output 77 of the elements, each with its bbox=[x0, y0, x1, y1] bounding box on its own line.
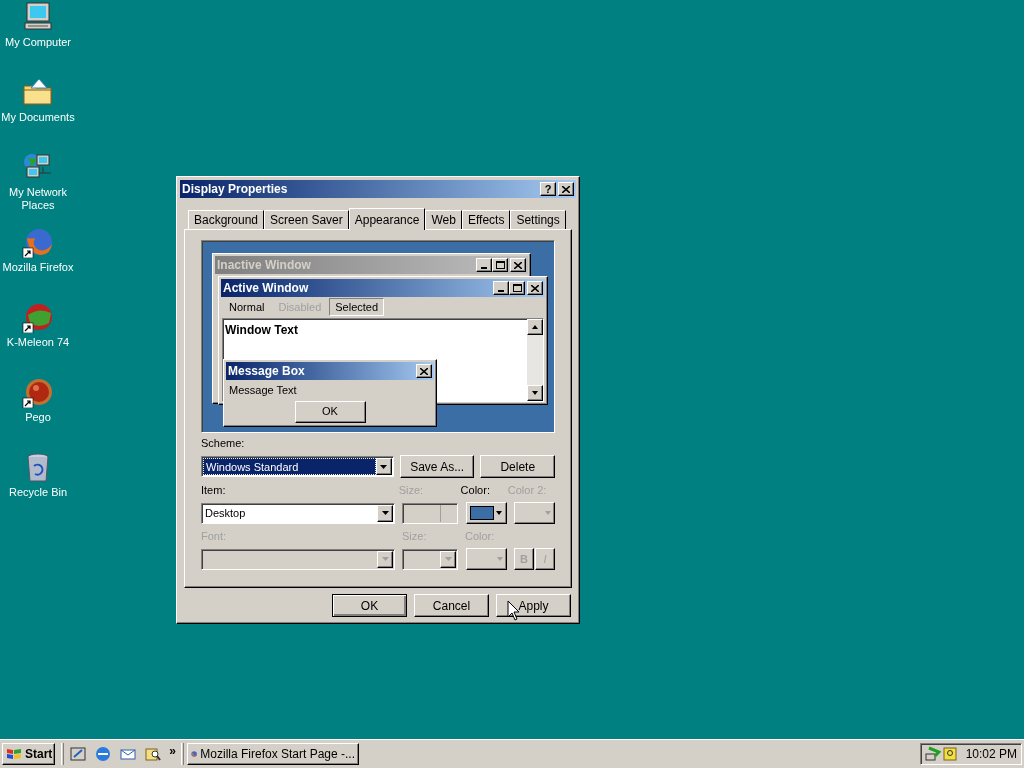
close-icon bbox=[420, 367, 428, 375]
tab[interactable]: Web bbox=[425, 210, 462, 229]
down-arrow-icon bbox=[531, 390, 539, 396]
caret-icon bbox=[380, 464, 388, 469]
minimize-icon bbox=[498, 290, 504, 292]
desktop-icon-label[interactable]: My Documents bbox=[1, 111, 75, 124]
mouse-cursor-icon bbox=[507, 600, 520, 621]
color-picker-button[interactable] bbox=[466, 502, 507, 524]
window-title: Active Window bbox=[223, 280, 310, 297]
caret-icon bbox=[381, 511, 389, 515]
close-button[interactable] bbox=[510, 258, 526, 272]
minimize-icon bbox=[481, 267, 487, 269]
caret-icon bbox=[444, 557, 452, 561]
caret-icon bbox=[496, 511, 502, 515]
caret-icon bbox=[545, 511, 551, 515]
window-title: Inactive Window bbox=[217, 257, 312, 274]
minimize-button[interactable] bbox=[493, 281, 509, 295]
maximize-icon bbox=[495, 261, 505, 269]
app-shortcut-icon[interactable] bbox=[21, 301, 55, 333]
scheme-dropdown[interactable]: Windows Standard bbox=[201, 456, 394, 477]
tab[interactable]: Effects bbox=[461, 210, 511, 229]
item-dropdown[interactable]: Desktop bbox=[201, 502, 395, 524]
network-icon[interactable] bbox=[925, 746, 941, 762]
close-button[interactable] bbox=[527, 281, 543, 295]
desktop-icon-label[interactable]: My Network Places bbox=[1, 186, 75, 212]
menu-item[interactable]: Selected bbox=[329, 298, 385, 316]
close-button[interactable] bbox=[416, 364, 432, 378]
close-icon bbox=[562, 185, 570, 193]
menu-item[interactable]: Normal bbox=[223, 298, 271, 316]
tab[interactable]: Background bbox=[188, 210, 265, 229]
folder-icon[interactable] bbox=[21, 76, 55, 108]
desktop-icon-label[interactable]: Pego bbox=[1, 411, 75, 424]
maximize-button[interactable] bbox=[509, 281, 525, 295]
app-shortcut-icon[interactable] bbox=[21, 376, 55, 408]
windows-logo-icon bbox=[5, 746, 23, 762]
apply-button[interactable]: Apply bbox=[496, 594, 571, 617]
search-icon[interactable] bbox=[144, 745, 163, 763]
start-button[interactable]: Start bbox=[2, 743, 56, 765]
caret-icon bbox=[381, 557, 389, 561]
desktop-icon-label[interactable]: Recycle Bin bbox=[1, 486, 75, 499]
scroll-up-button[interactable] bbox=[527, 319, 543, 335]
field-label: Color: bbox=[460, 483, 491, 497]
window-text: Window Text bbox=[225, 323, 298, 337]
ok-button[interactable]: OK bbox=[294, 400, 366, 423]
show-desktop-icon[interactable] bbox=[69, 745, 88, 763]
close-icon bbox=[514, 261, 522, 269]
caret-icon bbox=[497, 557, 503, 561]
close-button[interactable] bbox=[558, 182, 574, 196]
scheme-value: Windows Standard bbox=[203, 458, 376, 475]
tab[interactable]: Screen Saver bbox=[264, 210, 349, 229]
tab[interactable]: Appearance bbox=[348, 208, 426, 230]
minimize-button[interactable] bbox=[476, 258, 492, 272]
cancel-button[interactable]: Cancel bbox=[414, 594, 489, 617]
window-title: Display Properties bbox=[182, 181, 289, 198]
desktop-icon-label[interactable]: K-Meleon 74 bbox=[1, 336, 75, 349]
field-label: Item: bbox=[201, 483, 227, 497]
clock: 10:02 PM bbox=[965, 746, 1017, 763]
up-arrow-icon bbox=[531, 324, 539, 330]
computer-icon[interactable] bbox=[21, 1, 55, 33]
window-title: Message Box bbox=[228, 363, 306, 380]
key-icon[interactable] bbox=[943, 747, 957, 761]
save-as-button[interactable]: Save As... bbox=[399, 455, 475, 478]
tab[interactable]: Settings bbox=[510, 210, 566, 229]
more-button[interactable]: » bbox=[167, 742, 179, 760]
help-button[interactable]: ? bbox=[540, 182, 556, 196]
message-text: Message Text bbox=[228, 383, 298, 398]
field-label: Scheme: bbox=[201, 436, 246, 450]
desktop-icon-label[interactable]: Mozilla Firefox bbox=[1, 261, 75, 274]
taskbar-button[interactable]: Mozilla Firefox Start Page -... bbox=[187, 743, 360, 765]
scroll-down-button[interactable] bbox=[527, 385, 543, 401]
maximize-button[interactable] bbox=[492, 258, 508, 272]
ok-button[interactable]: OK bbox=[332, 594, 407, 617]
maximize-icon bbox=[512, 284, 522, 292]
delete-button[interactable]: Delete bbox=[480, 455, 555, 478]
item-value: Desktop bbox=[204, 505, 247, 521]
desktop-icon-label[interactable]: My Computer bbox=[1, 36, 75, 49]
close-icon bbox=[531, 284, 539, 292]
